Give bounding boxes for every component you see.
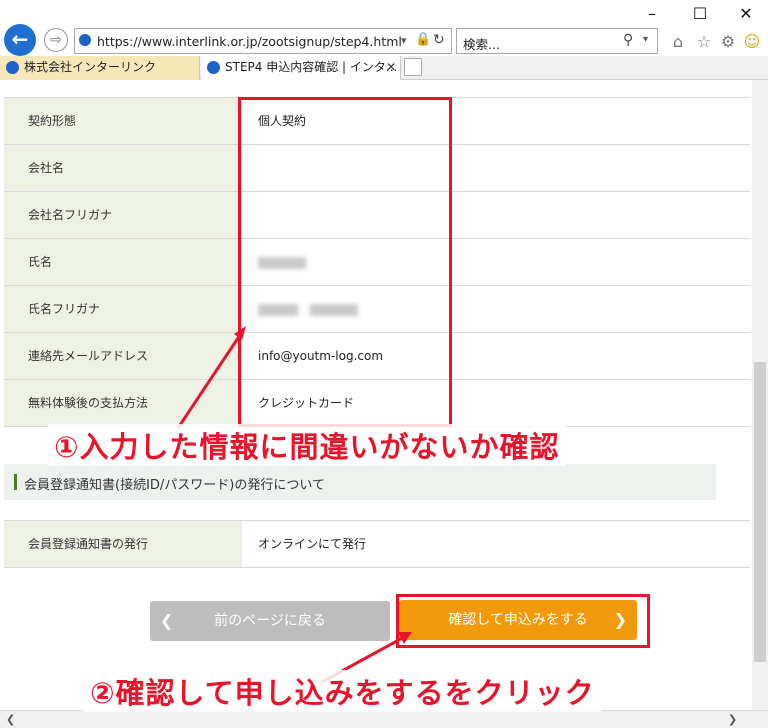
arrow-1-line: [176, 331, 244, 429]
annotation-arrows: [176, 326, 412, 684]
annotation-step-1: ①入力した情報に間違いがないか確認: [48, 424, 566, 466]
arrow-1-head: [234, 326, 246, 340]
highlight-box-confirm: [396, 594, 650, 648]
annotation-step-2: ②確認して申し込みをするをクリック: [84, 670, 601, 712]
